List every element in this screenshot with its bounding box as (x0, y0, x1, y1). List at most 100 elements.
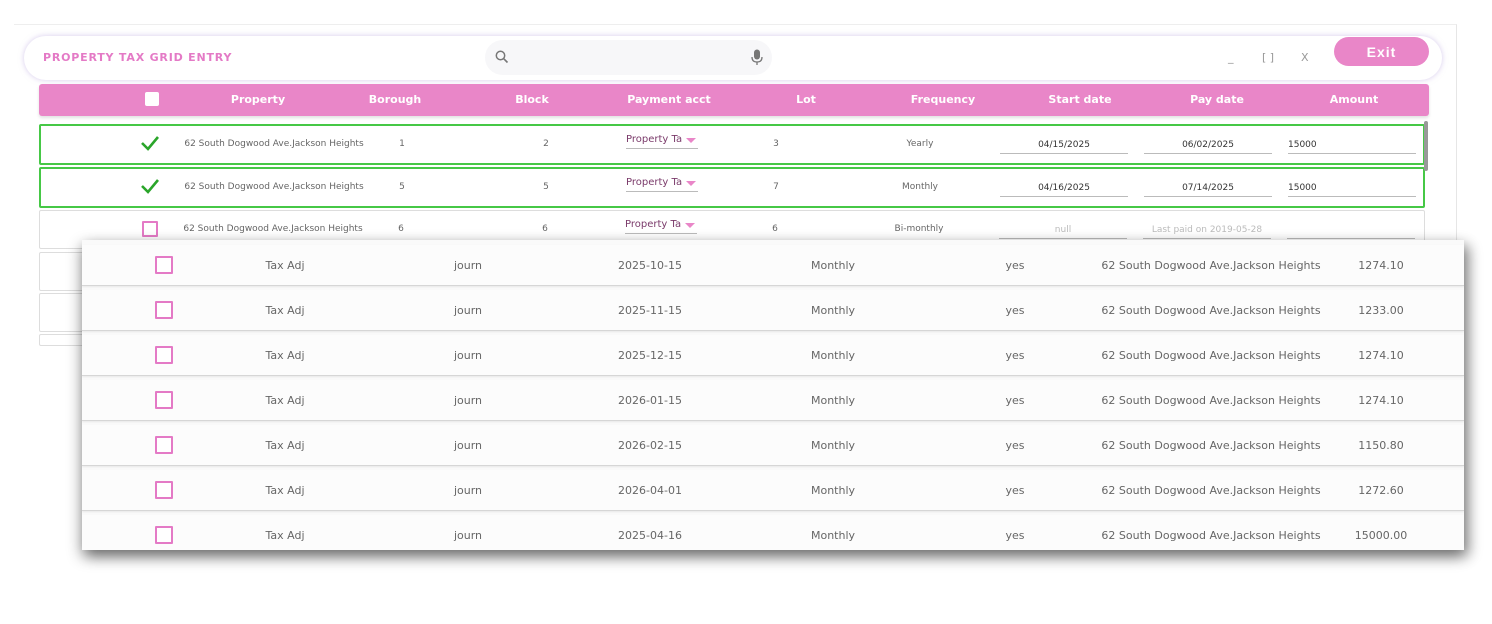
cell-block: 2 (543, 139, 549, 149)
cell-property: 62 South Dogwood Ave.Jackson Heights (1101, 349, 1321, 362)
cell-lot: 3 (773, 139, 779, 149)
cell-type: Tax Adj (265, 484, 305, 497)
start-date-input[interactable]: null (999, 225, 1127, 239)
cell-date: 2026-02-15 (618, 439, 682, 452)
search-icon[interactable] (495, 50, 509, 64)
start-date-input[interactable]: 04/16/2025 (1000, 183, 1128, 197)
payment-acct-dropdown[interactable]: Property Ta (625, 219, 697, 234)
cell-date: 2025-11-15 (618, 304, 682, 317)
select-all-checkbox[interactable] (145, 92, 159, 106)
cell-source: journ (453, 349, 483, 362)
cell-flag: yes (1005, 394, 1025, 407)
row-checkbox[interactable] (155, 526, 173, 544)
caret-down-icon (686, 138, 696, 143)
amount-input[interactable]: 15000 (1288, 140, 1416, 154)
cell-type: Tax Adj (265, 394, 305, 407)
checkmark-icon[interactable] (141, 134, 159, 152)
cell-source: journ (453, 394, 483, 407)
row-checkbox[interactable] (155, 256, 173, 274)
amount-input[interactable] (1287, 225, 1415, 239)
start-date-input[interactable]: 04/15/2025 (1000, 140, 1128, 154)
app-title: PROPERTY TAX GRID ENTRY (43, 51, 233, 64)
cell-amount: 15000.00 (1354, 529, 1408, 542)
cell-frequency: Bi-monthly (894, 224, 944, 234)
cell-date: 2025-04-16 (618, 529, 682, 542)
cell-flag: yes (1005, 529, 1025, 542)
table-row[interactable]: 62 South Dogwood Ave.Jackson Heights 1 2… (39, 124, 1425, 165)
cell-type: Tax Adj (265, 439, 305, 452)
caret-down-icon (685, 223, 695, 228)
checkmark-icon[interactable] (141, 177, 159, 195)
list-item[interactable]: Tax Adj journ 2025-04-16 Monthly yes 62 … (82, 515, 1464, 550)
caret-down-icon (686, 181, 696, 186)
list-item[interactable]: Tax Adj journ 2025-11-15 Monthly yes 62 … (82, 290, 1464, 331)
row-checkbox[interactable] (155, 346, 173, 364)
pay-date-input[interactable]: Last paid on 2019-05-28 (1143, 225, 1271, 239)
cell-borough: 6 (398, 224, 404, 234)
title-bar: PROPERTY TAX GRID ENTRY _ [ ] X Exit (24, 36, 1442, 80)
scrollbar[interactable] (1424, 121, 1428, 171)
microphone-icon[interactable] (751, 49, 763, 66)
header-payment-acct[interactable]: Payment acct (627, 93, 711, 106)
cell-property: 62 South Dogwood Ave.Jackson Heights (1101, 394, 1321, 407)
header-lot[interactable]: Lot (796, 93, 816, 106)
cell-amount: 1272.60 (1358, 484, 1404, 497)
cell-frequency: Monthly (810, 349, 856, 362)
row-checkbox[interactable] (155, 436, 173, 454)
header-block[interactable]: Block (515, 93, 549, 106)
cell-amount: 1233.00 (1358, 304, 1404, 317)
row-checkbox[interactable] (142, 221, 158, 237)
header-pay-date[interactable]: Pay date (1190, 93, 1244, 106)
list-item[interactable]: Tax Adj journ 2026-02-15 Monthly yes 62 … (82, 425, 1464, 466)
cell-block: 5 (543, 182, 549, 192)
dropdown-value: Property Ta (625, 219, 682, 230)
row-checkbox[interactable] (155, 301, 173, 319)
cell-flag: yes (1005, 484, 1025, 497)
list-item[interactable]: Tax Adj journ 2026-04-01 Monthly yes 62 … (82, 470, 1464, 511)
pay-date-input[interactable]: 06/02/2025 (1144, 140, 1272, 154)
cell-type: Tax Adj (265, 529, 305, 542)
maximize-button[interactable]: [ ] (1262, 51, 1274, 64)
header-start-date[interactable]: Start date (1048, 93, 1111, 106)
cell-flag: yes (1005, 304, 1025, 317)
cell-flag: yes (1005, 439, 1025, 452)
search-input[interactable] (515, 48, 739, 68)
cell-borough: 1 (399, 139, 405, 149)
header-frequency[interactable]: Frequency (911, 93, 975, 106)
list-item[interactable]: Tax Adj journ 2025-12-15 Monthly yes 62 … (82, 335, 1464, 376)
amount-input[interactable]: 15000 (1288, 183, 1416, 197)
cell-property: 62 South Dogwood Ave.Jackson Heights (1101, 304, 1321, 317)
payment-acct-dropdown[interactable]: Property Ta (626, 177, 698, 192)
cell-source: journ (453, 259, 483, 272)
row-checkbox[interactable] (155, 481, 173, 499)
list-item[interactable]: Tax Adj journ 2026-01-15 Monthly yes 62 … (82, 380, 1464, 421)
header-amount[interactable]: Amount (1330, 93, 1378, 106)
cell-property: 62 South Dogwood Ave.Jackson Heights (1101, 484, 1321, 497)
cell-frequency: Yearly (906, 139, 934, 149)
cell-source: journ (453, 304, 483, 317)
cell-date: 2025-10-15 (618, 259, 682, 272)
cell-lot: 6 (772, 224, 778, 234)
close-button[interactable]: X (1301, 51, 1309, 64)
cell-property: 62 South Dogwood Ave.Jackson Heights (183, 224, 363, 234)
cell-date: 2025-12-15 (618, 349, 682, 362)
table-row[interactable]: 62 South Dogwood Ave.Jackson Heights 5 5… (39, 167, 1425, 208)
cell-frequency: Monthly (810, 439, 856, 452)
cell-flag: yes (1005, 259, 1025, 272)
cell-type: Tax Adj (265, 304, 305, 317)
pay-date-input[interactable]: 07/14/2025 (1144, 183, 1272, 197)
dropdown-value: Property Ta (626, 177, 683, 188)
cell-property: 62 South Dogwood Ave.Jackson Heights (1101, 529, 1321, 542)
cell-frequency: Monthly (810, 484, 856, 497)
cell-frequency: Monthly (810, 394, 856, 407)
cell-date: 2026-04-01 (618, 484, 682, 497)
header-borough[interactable]: Borough (369, 93, 421, 106)
header-property[interactable]: Property (231, 93, 285, 106)
row-checkbox[interactable] (155, 391, 173, 409)
search-bar[interactable] (485, 40, 772, 75)
payment-acct-dropdown[interactable]: Property Ta (626, 134, 698, 149)
exit-button[interactable]: Exit (1334, 37, 1429, 66)
list-item[interactable]: Tax Adj journ 2025-10-15 Monthly yes 62 … (82, 245, 1464, 286)
minimize-button[interactable]: _ (1228, 51, 1234, 64)
cell-flag: yes (1005, 349, 1025, 362)
